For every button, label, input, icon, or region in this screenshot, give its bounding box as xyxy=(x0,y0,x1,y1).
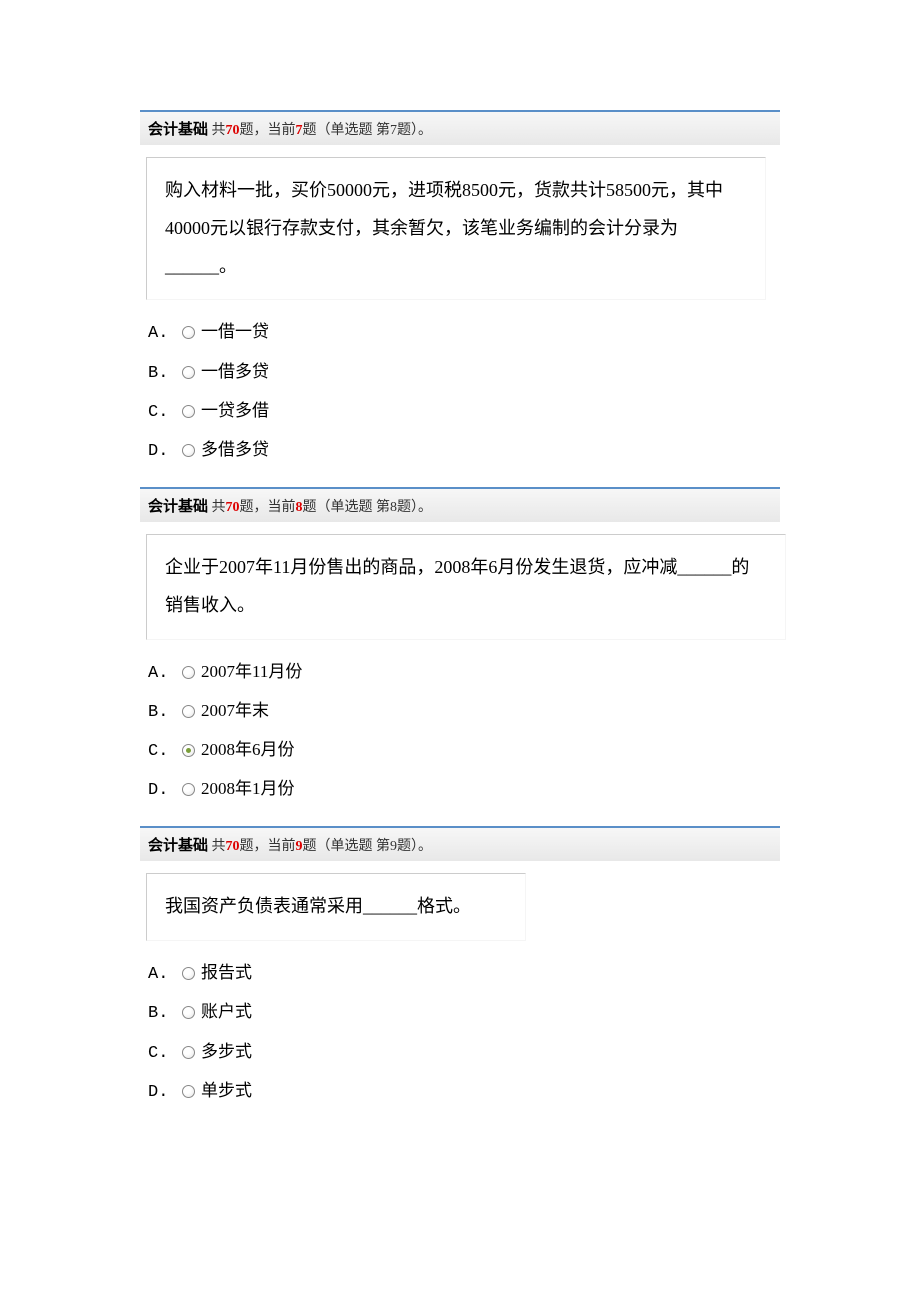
total-count: 70 xyxy=(226,123,240,138)
option-letter: C. xyxy=(148,399,182,426)
answer-option-c[interactable]: C. 多步式 xyxy=(148,1038,780,1067)
option-text: 多借多贷 xyxy=(201,436,269,463)
unit-suffix: 题 xyxy=(303,839,317,854)
radio-icon[interactable] xyxy=(182,666,195,679)
option-letter: B. xyxy=(148,699,182,726)
current-number: 8 xyxy=(296,500,303,515)
question-text: 我国资产负债表通常采用______格式。 xyxy=(146,873,526,941)
radio-icon[interactable] xyxy=(182,326,195,339)
option-text: 2008年6月份 xyxy=(201,736,295,763)
question-block-7: 会计基础 共70题，当前7题（单选题 第7题）。 购入材料一批，买价50000元… xyxy=(140,110,780,465)
total-prefix: 共 xyxy=(208,839,226,854)
question-text: 企业于2007年11月份售出的商品，2008年6月份发生退货，应冲减______… xyxy=(146,534,786,640)
type-label: （单选题 第8题）。 xyxy=(317,500,433,515)
option-text: 2008年1月份 xyxy=(201,775,295,802)
answer-option-b[interactable]: B. 一借多贷 xyxy=(148,358,780,387)
section-header: 会计基础 共70题，当前9题（单选题 第9题）。 xyxy=(140,826,780,861)
option-letter: B. xyxy=(148,360,182,387)
option-text: 账户式 xyxy=(201,998,252,1025)
total-suffix: 题，当前 xyxy=(240,123,296,138)
radio-icon[interactable] xyxy=(182,1046,195,1059)
option-text: 单步式 xyxy=(201,1077,252,1104)
radio-icon[interactable] xyxy=(182,783,195,796)
option-text: 一借多贷 xyxy=(201,358,269,385)
radio-icon[interactable] xyxy=(182,744,195,757)
option-letter: D. xyxy=(148,777,182,804)
type-label: （单选题 第7题）。 xyxy=(317,123,433,138)
option-text: 一借一贷 xyxy=(201,318,269,345)
answer-option-a[interactable]: A. 一借一贷 xyxy=(148,318,780,347)
radio-icon[interactable] xyxy=(182,967,195,980)
total-prefix: 共 xyxy=(208,500,226,515)
question-block-8: 会计基础 共70题，当前8题（单选题 第8题）。 企业于2007年11月份售出的… xyxy=(140,487,780,804)
option-letter: A. xyxy=(148,320,182,347)
current-number: 7 xyxy=(296,123,303,138)
option-letter: B. xyxy=(148,1000,182,1027)
option-text: 2007年11月份 xyxy=(201,658,302,685)
type-label: （单选题 第9题）。 xyxy=(317,839,433,854)
unit-suffix: 题 xyxy=(303,500,317,515)
option-letter: C. xyxy=(148,1040,182,1067)
answer-option-c[interactable]: C. 一贷多借 xyxy=(148,397,780,426)
option-text: 多步式 xyxy=(201,1038,252,1065)
radio-icon[interactable] xyxy=(182,1085,195,1098)
section-header: 会计基础 共70题，当前8题（单选题 第8题）。 xyxy=(140,487,780,522)
total-count: 70 xyxy=(226,839,240,854)
answer-option-c[interactable]: C. 2008年6月份 xyxy=(148,736,780,765)
total-prefix: 共 xyxy=(208,123,226,138)
option-letter: D. xyxy=(148,438,182,465)
answer-list: A. 报告式 B. 账户式 C. 多步式 D. 单步式 xyxy=(148,959,780,1106)
radio-icon[interactable] xyxy=(182,366,195,379)
answer-option-d[interactable]: D. 单步式 xyxy=(148,1077,780,1106)
question-text: 购入材料一批，买价50000元，进项税8500元，货款共计58500元，其中40… xyxy=(146,157,766,300)
subject-title: 会计基础 xyxy=(148,122,208,138)
answer-list: A. 2007年11月份 B. 2007年末 C. 2008年6月份 D. 20… xyxy=(148,658,780,805)
subject-title: 会计基础 xyxy=(148,838,208,854)
unit-suffix: 题 xyxy=(303,123,317,138)
total-count: 70 xyxy=(226,500,240,515)
answer-option-a[interactable]: A. 报告式 xyxy=(148,959,780,988)
option-letter: C. xyxy=(148,738,182,765)
answer-option-d[interactable]: D. 2008年1月份 xyxy=(148,775,780,804)
total-suffix: 题，当前 xyxy=(240,839,296,854)
total-suffix: 题，当前 xyxy=(240,500,296,515)
option-letter: A. xyxy=(148,961,182,988)
radio-icon[interactable] xyxy=(182,405,195,418)
option-text: 一贷多借 xyxy=(201,397,269,424)
radio-icon[interactable] xyxy=(182,1006,195,1019)
answer-list: A. 一借一贷 B. 一借多贷 C. 一贷多借 D. 多借多贷 xyxy=(148,318,780,465)
radio-icon[interactable] xyxy=(182,444,195,457)
option-text: 2007年末 xyxy=(201,697,269,724)
section-header: 会计基础 共70题，当前7题（单选题 第7题）。 xyxy=(140,110,780,145)
subject-title: 会计基础 xyxy=(148,499,208,515)
answer-option-d[interactable]: D. 多借多贷 xyxy=(148,436,780,465)
option-letter: D. xyxy=(148,1079,182,1106)
answer-option-a[interactable]: A. 2007年11月份 xyxy=(148,658,780,687)
question-block-9: 会计基础 共70题，当前9题（单选题 第9题）。 我国资产负债表通常采用____… xyxy=(140,826,780,1106)
option-text: 报告式 xyxy=(201,959,252,986)
current-number: 9 xyxy=(296,839,303,854)
radio-icon[interactable] xyxy=(182,705,195,718)
answer-option-b[interactable]: B. 账户式 xyxy=(148,998,780,1027)
option-letter: A. xyxy=(148,660,182,687)
answer-option-b[interactable]: B. 2007年末 xyxy=(148,697,780,726)
